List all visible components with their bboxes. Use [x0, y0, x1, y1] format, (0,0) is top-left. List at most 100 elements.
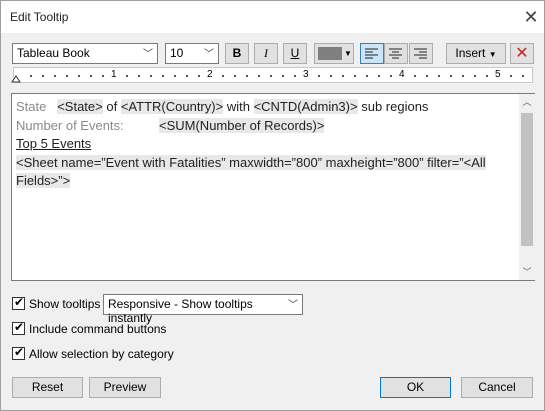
ruler-tick: [66, 75, 68, 77]
checkmark-icon: ✔: [14, 295, 25, 309]
scroll-up-icon[interactable]: ︿: [519, 94, 535, 110]
text-of: of: [106, 99, 118, 114]
ruler-tick: [30, 75, 32, 77]
font-color-swatch: [318, 47, 342, 60]
ruler-tick: [126, 75, 128, 77]
vertical-scrollbar[interactable]: ︿ ﹀: [519, 94, 535, 280]
title-bar: Edit Tooltip ✕: [1, 1, 544, 33]
font-color-button[interactable]: ▼: [314, 43, 354, 64]
reset-button[interactable]: Reset: [12, 377, 83, 398]
font-name-select[interactable]: Tableau Book ﹀: [12, 43, 158, 64]
checkmark-icon: ✔: [14, 320, 25, 334]
align-right-button[interactable]: [409, 43, 433, 64]
state-label: State: [16, 99, 47, 114]
cancel-button[interactable]: Cancel: [461, 377, 533, 398]
ruler-tick: [426, 75, 428, 77]
red-x-icon: ✕: [515, 45, 529, 62]
ruler-mark: 5: [495, 69, 501, 80]
include-command-buttons-checkbox[interactable]: ✔: [12, 320, 25, 335]
ruler-tick: [462, 75, 464, 77]
bold-button[interactable]: B: [225, 43, 249, 64]
ruler-mark: 1: [111, 69, 117, 80]
tab-stop-marker[interactable]: [11, 75, 21, 83]
align-left-button[interactable]: [360, 43, 384, 64]
ruler-tick: [450, 75, 452, 77]
tooltip-mode-select[interactable]: Responsive - Show tooltips instantly ﹀: [103, 294, 303, 325]
chevron-down-icon: ﹀: [204, 49, 214, 60]
ruler-tick: [102, 75, 104, 77]
align-left-icon: [365, 48, 378, 59]
ruler-tick: [198, 75, 200, 77]
ruler-mark: 2: [207, 69, 213, 80]
show-tooltips-checkbox[interactable]: ✔: [12, 295, 25, 310]
ruler-tick: [78, 75, 80, 77]
ruler-tick: [510, 75, 512, 77]
align-center-button[interactable]: [384, 43, 408, 64]
number-of-events-label: Number of Events:: [16, 117, 124, 133]
font-size-value: 10: [170, 46, 184, 60]
show-tooltips-label: Show tooltips: [29, 297, 101, 311]
ruler-tick: [342, 75, 344, 77]
ruler-tick: [150, 75, 152, 77]
country-field: <ATTR(Country)>: [120, 99, 224, 114]
font-name-value: Tableau Book: [17, 46, 90, 60]
ruler-tick: [234, 75, 236, 77]
close-icon[interactable]: ✕: [520, 6, 542, 28]
caret-down-icon: ▼: [488, 50, 497, 59]
sheet-tag: <Sheet name=”Event with Fatalities” maxw…: [16, 154, 486, 188]
insert-label: Insert: [455, 46, 486, 60]
ruler-tick: [318, 75, 320, 77]
tooltip-mode-value: Responsive - Show tooltips instantly: [108, 297, 253, 325]
ruler-tick: [246, 75, 248, 77]
ruler-tick: [330, 75, 332, 77]
editor-line-2: Number of Events: <SUM(Number of Records)…: [16, 117, 518, 136]
italic-button[interactable]: I: [254, 43, 278, 64]
align-center-icon: [389, 48, 402, 59]
ruler-tick: [42, 75, 44, 77]
ruler-tick: [174, 75, 176, 77]
ruler-tick: [390, 75, 392, 77]
dialog-title: Edit Tooltip: [10, 10, 69, 24]
editor-line-1: State <State> of <ATTR(Country)> with <C…: [16, 98, 518, 117]
ruler-tick: [282, 75, 284, 77]
number-of-records-field: <SUM(Number of Records)>: [159, 117, 325, 133]
ruler-tick: [438, 75, 440, 77]
ruler-tick: [366, 75, 368, 77]
state-field: <State>: [57, 99, 103, 114]
text-sub-regions: sub regions: [361, 99, 429, 114]
underline-button[interactable]: U: [283, 43, 307, 64]
checkmark-icon: ✔: [14, 345, 25, 359]
ok-button[interactable]: OK: [380, 377, 451, 398]
tooltip-editor[interactable]: State <State> of <ATTR(Country)> with <C…: [11, 93, 535, 281]
chevron-down-icon: ﹀: [288, 300, 298, 311]
ruler-tick: [186, 75, 188, 77]
allow-selection-checkbox[interactable]: ✔: [12, 345, 25, 360]
ruler-tick: [522, 75, 524, 77]
font-size-select[interactable]: 10 ﹀: [165, 43, 219, 64]
ruler-tick: [294, 75, 296, 77]
ruler-tick: [138, 75, 140, 77]
ruler-tick: [54, 75, 56, 77]
chevron-down-icon: ﹀: [143, 49, 153, 60]
preview-button[interactable]: Preview: [89, 377, 161, 398]
ruler-mark: 4: [399, 69, 405, 80]
scrollbar-thumb[interactable]: [521, 113, 533, 246]
caret-down-icon: ▼: [344, 49, 352, 58]
ruler-tick: [486, 75, 488, 77]
ruler-tick: [162, 75, 164, 77]
insert-menu-button[interactable]: Insert ▼: [446, 43, 506, 64]
editor-line-3: Top 5 Events: [16, 135, 518, 154]
ruler-tick: [90, 75, 92, 77]
ruler-tick: [354, 75, 356, 77]
scroll-down-icon[interactable]: ﹀: [519, 264, 535, 280]
clear-formatting-button[interactable]: ✕: [510, 43, 534, 64]
allow-selection-label: Allow selection by category: [29, 347, 174, 361]
editor-content[interactable]: State <State> of <ATTR(Country)> with <C…: [16, 98, 518, 191]
top-events-heading: Top 5 Events: [16, 136, 92, 151]
edit-tooltip-dialog: Edit Tooltip ✕ Tableau Book ﹀ 10 ﹀ B I U…: [0, 0, 545, 411]
text-with: with: [226, 99, 250, 114]
ruler-tick: [222, 75, 224, 77]
ruler-mark: 3: [303, 69, 309, 80]
ruler-tick: [258, 75, 260, 77]
align-right-icon: [414, 48, 427, 59]
